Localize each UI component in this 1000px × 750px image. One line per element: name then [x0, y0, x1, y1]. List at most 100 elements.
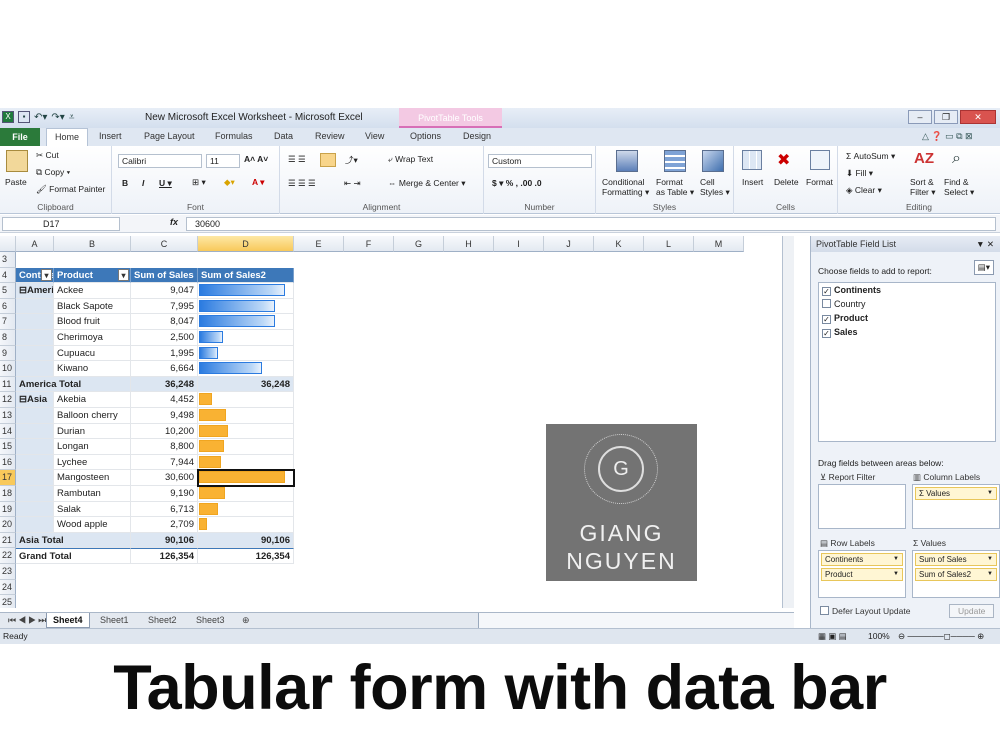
product-cell[interactable]: Akebia — [54, 392, 131, 408]
formula-input[interactable]: 30600 — [186, 217, 996, 231]
area-field-chip[interactable]: Sum of Sales2 — [915, 568, 997, 581]
tab-data[interactable]: Data — [274, 131, 293, 141]
row-header-11[interactable]: 11 — [0, 376, 16, 393]
product-cell[interactable]: Rambutan — [54, 486, 131, 502]
sort-filter-icon[interactable]: AZ — [914, 150, 934, 167]
save-icon[interactable]: ▪ — [18, 111, 30, 123]
continent-cell[interactable] — [16, 486, 54, 502]
row-header-19[interactable]: 19 — [0, 501, 16, 518]
sales-cell[interactable]: 9,190 — [131, 486, 198, 502]
vertical-scrollbar[interactable] — [782, 236, 794, 608]
continent-cell[interactable] — [16, 501, 54, 518]
font-name-select[interactable]: Calibri — [118, 154, 202, 168]
field-item[interactable]: ✓ Continents — [819, 283, 995, 297]
view-buttons-icon[interactable]: ▦ ▣ ▤ — [818, 631, 847, 642]
row-header-14[interactable]: 14 — [0, 423, 16, 440]
sales-cell[interactable]: 30,600 — [131, 470, 198, 486]
area-field-chip[interactable]: Product — [821, 568, 903, 581]
binoculars-icon[interactable]: ⌕ — [952, 150, 961, 168]
copy-button[interactable]: ⧉ Copy ▾ — [36, 167, 70, 178]
number-format-select[interactable]: Custom — [488, 154, 592, 168]
sales-cell[interactable]: 6,664 — [131, 361, 198, 377]
checkbox-icon[interactable] — [822, 299, 831, 308]
continent-cell[interactable] — [16, 454, 54, 471]
currency-icon[interactable]: $ ▾ % , .00 .0 — [492, 178, 542, 189]
product-cell[interactable]: Cupuacu — [54, 345, 131, 362]
row-header-6[interactable]: 6 — [0, 298, 16, 315]
databar-cell[interactable] — [198, 392, 294, 408]
clear-button[interactable]: ◈ Clear ▾ — [846, 185, 882, 196]
continent-cell[interactable] — [16, 408, 54, 424]
row-labels-area[interactable]: Continents Product — [818, 550, 906, 598]
tab-options[interactable]: Options — [410, 131, 441, 141]
column-labels-area[interactable]: Σ Values — [912, 484, 1000, 529]
undo-icon[interactable]: ↶▾ — [34, 112, 47, 123]
row-header-20[interactable]: 20 — [0, 517, 16, 533]
continent-cell[interactable] — [16, 361, 54, 377]
area-field-chip[interactable]: Continents — [821, 553, 903, 566]
horizontal-scrollbar[interactable] — [478, 613, 794, 628]
format-painter-button[interactable]: 🖌 Format Painter — [36, 184, 105, 195]
minimize-icon[interactable]: – — [908, 110, 932, 124]
continent-cell[interactable]: ⊟Asia — [16, 392, 54, 408]
delete-button[interactable]: Delete — [774, 177, 799, 187]
tab-sheet1[interactable]: Sheet1 — [94, 613, 135, 628]
fill-button[interactable]: ⬇ Fill ▾ — [846, 168, 873, 179]
sales-cell[interactable]: 7,944 — [131, 454, 198, 471]
group-total-label[interactable]: Asia Total — [16, 532, 131, 549]
row-header-13[interactable]: 13 — [0, 408, 16, 424]
product-cell[interactable]: Salak — [54, 501, 131, 518]
continent-cell[interactable] — [16, 423, 54, 440]
continent-cell[interactable] — [16, 330, 54, 346]
group-total-sales[interactable]: 36,248 — [131, 376, 198, 393]
tab-sheet4[interactable]: Sheet4 — [46, 613, 90, 628]
field-list-close-icon[interactable]: ▼ ✕ — [976, 239, 994, 250]
insert-icon[interactable] — [742, 150, 762, 170]
format-as-table-button[interactable]: Format as Table ▾ — [656, 177, 694, 198]
databar-cell[interactable] — [198, 330, 294, 346]
cut-button[interactable]: ✂ Cut — [36, 150, 59, 161]
row-header-23[interactable]: 23 — [0, 564, 16, 580]
grand-total-sales2[interactable]: 126,354 — [198, 548, 294, 564]
sort-filter-button[interactable]: Sort & Filter ▾ — [910, 177, 936, 198]
tab-review[interactable]: Review — [315, 131, 345, 141]
format-icon[interactable] — [810, 150, 830, 170]
row-header-24[interactable]: 24 — [0, 579, 16, 596]
update-button[interactable]: Update — [949, 604, 995, 618]
fill-color-icon[interactable]: ◆▾ — [224, 177, 235, 188]
product-cell[interactable]: Wood apple — [54, 517, 131, 533]
pivot-header-sum-sales2[interactable]: Sum of Sales2 — [198, 267, 294, 284]
databar-cell[interactable] — [198, 314, 294, 330]
row-header-21[interactable]: 21 — [0, 532, 16, 549]
new-sheet-icon[interactable]: ⊕ — [236, 613, 256, 628]
sales-cell[interactable]: 9,498 — [131, 408, 198, 424]
format-button[interactable]: Format — [806, 177, 833, 187]
sales-cell[interactable]: 10,200 — [131, 423, 198, 440]
continent-cell[interactable] — [16, 314, 54, 330]
redo-icon[interactable]: ↷▾ — [51, 112, 64, 123]
merge-center-button[interactable]: ⇔ Merge & Center ▾ — [388, 178, 466, 189]
row-header-25[interactable]: 25 — [0, 595, 16, 608]
sales-cell[interactable]: 4,452 — [131, 392, 198, 408]
column-header-c[interactable]: C — [131, 236, 198, 252]
restore-icon[interactable]: ❐ — [934, 110, 958, 124]
tab-view[interactable]: View — [365, 131, 384, 141]
layout-icon[interactable]: ▤▾ — [973, 260, 994, 275]
column-header-j[interactable]: J — [544, 236, 594, 252]
insert-button[interactable]: Insert — [742, 177, 763, 187]
databar-cell[interactable] — [198, 439, 294, 455]
continent-cell[interactable] — [16, 517, 54, 533]
row-header-3[interactable]: 3 — [0, 252, 16, 268]
pivot-header-product[interactable]: Product ▾ — [54, 267, 131, 284]
column-header-l[interactable]: L — [644, 236, 694, 252]
group-total-sales2[interactable]: 90,106 — [198, 532, 294, 549]
tab-page-layout[interactable]: Page Layout — [144, 131, 195, 141]
databar-cell[interactable] — [198, 345, 294, 362]
product-cell[interactable]: Blood fruit — [54, 314, 131, 330]
group-total-label[interactable]: America Total — [16, 376, 131, 393]
bold-icon[interactable]: B — [122, 178, 128, 188]
column-header-d[interactable]: D — [198, 236, 294, 252]
tab-sheet2[interactable]: Sheet2 — [142, 613, 183, 628]
tab-sheet3[interactable]: Sheet3 — [190, 613, 231, 628]
pivot-header-continents[interactable]: Continents▾ — [16, 267, 54, 284]
